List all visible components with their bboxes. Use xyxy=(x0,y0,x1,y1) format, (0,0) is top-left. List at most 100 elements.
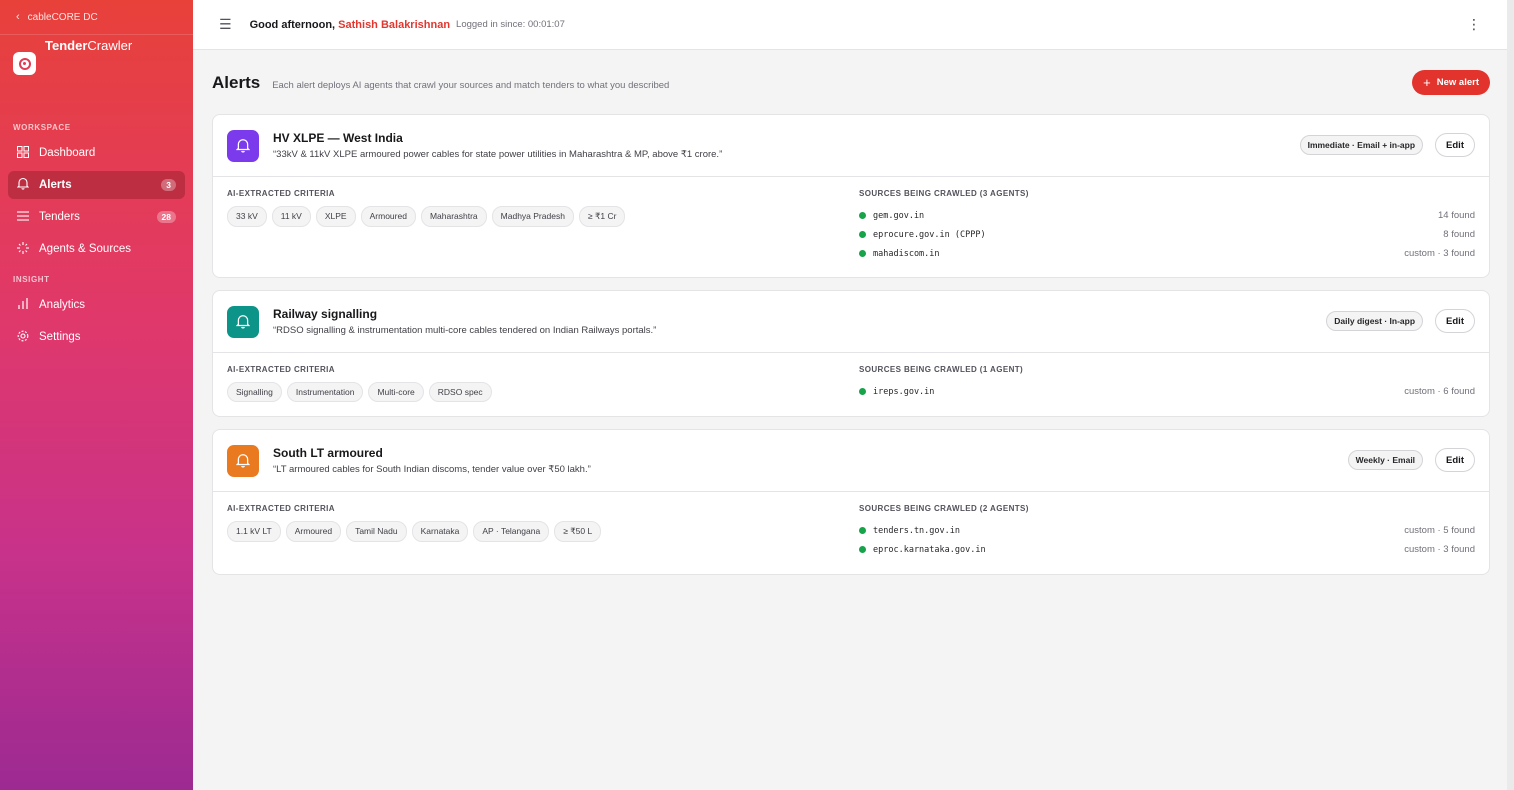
frequency-badge: Weekly · Email xyxy=(1347,450,1424,470)
more-vertical-icon[interactable]: ⋮ xyxy=(1467,16,1481,33)
page-header: Alerts Each alert deploys AI agents that… xyxy=(212,50,1490,114)
bar-chart-icon xyxy=(16,298,29,312)
criteria-chip: Karnataka xyxy=(411,521,469,542)
source-name: tenders.tn.gov.in xyxy=(873,525,960,536)
sources-section: SOURCES BEING CRAWLED (2 AGENTS) tenders… xyxy=(859,504,1475,564)
criteria-chip: Signalling xyxy=(227,382,282,402)
source-found-count: custom · 3 found xyxy=(1404,248,1475,259)
chevron-left-icon: ‹ xyxy=(16,11,20,23)
alert-card-body: AI-EXTRACTED CRITERIA 1.1 kV LT Armoured… xyxy=(213,492,1489,574)
source-name: eproc.karnataka.gov.in xyxy=(873,544,986,555)
alert-title: South LT armoured xyxy=(273,446,383,460)
source-name: gem.gov.in xyxy=(873,210,925,221)
criteria-chip: 1.1 kV LT xyxy=(227,521,281,542)
sidebar: ‹ cableCORE DC TenderCrawler WORKSPACE D… xyxy=(0,0,193,790)
sidebar-item-alerts[interactable]: Alerts 3 xyxy=(8,171,185,199)
new-alert-button[interactable]: + New alert xyxy=(1412,70,1490,95)
sidebar-item-analytics[interactable]: Analytics xyxy=(8,291,185,319)
criteria-section: AI-EXTRACTED CRITERIA 33 kV 11 kV XLPE A… xyxy=(227,189,859,267)
sidebar-item-label: Alerts xyxy=(39,179,72,191)
alert-card-header: South LT armoured “LT armoured cables fo… xyxy=(213,430,1489,492)
criteria-chip: ≥ ₹1 Cr xyxy=(578,206,626,227)
source-name: mahadiscom.in xyxy=(873,248,940,259)
sources-section: SOURCES BEING CRAWLED (3 AGENTS) gem.gov… xyxy=(859,189,1475,267)
sidebar-item-label: Analytics xyxy=(39,299,86,311)
source-found-count: custom · 5 found xyxy=(1404,525,1475,536)
status-dot xyxy=(859,231,866,238)
sidebar-item-label: Agents & Sources xyxy=(39,243,132,255)
sources-label: SOURCES BEING CRAWLED (3 AGENTS) xyxy=(859,189,1029,198)
sources-label: SOURCES BEING CRAWLED (1 AGENT) xyxy=(859,365,1024,374)
alert-description: “LT armoured cables for South Indian dis… xyxy=(273,464,591,475)
page-scrollbar[interactable] xyxy=(1507,0,1514,790)
sidebar-item-settings[interactable]: Settings xyxy=(8,323,185,351)
sources-section: SOURCES BEING CRAWLED (1 AGENT) ireps.go… xyxy=(859,365,1475,406)
plus-icon: + xyxy=(1423,75,1431,90)
brand-name-bold: Tender xyxy=(45,38,88,53)
greeting: Good afternoon, Sathish Balakrishnan xyxy=(250,19,450,31)
status-dot xyxy=(859,388,866,395)
back-link[interactable]: ‹ cableCORE DC xyxy=(0,0,193,35)
tenders-count-badge: 28 xyxy=(156,211,176,223)
bell-icon xyxy=(227,129,259,162)
criteria-chips: 33 kV 11 kV XLPE Armoured Maharashtra Ma… xyxy=(227,206,859,227)
alert-actions: Daily digest · In-app Edit xyxy=(1326,309,1475,333)
edit-alert-button[interactable]: Edit xyxy=(1435,133,1475,157)
criteria-chip: Maharashtra xyxy=(420,206,487,227)
alert-title: Railway signalling xyxy=(273,307,378,321)
criteria-chips: Signalling Instrumentation Multi-core RD… xyxy=(227,382,859,402)
section-label-insight: INSIGHT xyxy=(13,275,50,284)
alert-card: HV XLPE — West India “33kV & 11kV XLPE a… xyxy=(212,114,1490,278)
topbar: ☰ Good afternoon, Sathish Balakrishnan L… xyxy=(193,0,1507,50)
criteria-chip: Instrumentation xyxy=(286,382,364,402)
source-row: tenders.tn.gov.in custom · 5 found xyxy=(859,521,1475,540)
main-content: Alerts Each alert deploys AI agents that… xyxy=(193,50,1507,790)
criteria-chip: Tamil Nadu xyxy=(346,521,407,542)
source-name: eprocure.gov.in (CPPP) xyxy=(873,229,986,240)
criteria-section: AI-EXTRACTED CRITERIA 1.1 kV LT Armoured… xyxy=(227,504,859,564)
sidebar-item-tenders[interactable]: Tenders 28 xyxy=(8,203,185,231)
page-subtitle: Each alert deploys AI agents that crawl … xyxy=(272,79,670,91)
criteria-chip: Armoured xyxy=(285,521,342,542)
sidebar-item-dashboard[interactable]: Dashboard xyxy=(8,139,185,167)
alert-description: “33kV & 11kV XLPE armoured power cables … xyxy=(273,149,723,160)
source-found-count: 14 found xyxy=(1438,210,1475,221)
source-row: eproc.karnataka.gov.in custom · 3 found xyxy=(859,540,1475,559)
page-title: Alerts xyxy=(212,73,261,92)
alert-actions: Weekly · Email Edit xyxy=(1347,448,1475,472)
criteria-label: AI-EXTRACTED CRITERIA xyxy=(227,189,335,198)
criteria-section: AI-EXTRACTED CRITERIA Signalling Instrum… xyxy=(227,365,859,406)
bell-icon xyxy=(227,305,259,338)
edit-alert-button[interactable]: Edit xyxy=(1435,309,1475,333)
alert-titles: HV XLPE — West India “33kV & 11kV XLPE a… xyxy=(273,131,722,160)
user-name: Sathish Balakrishnan xyxy=(338,18,451,31)
source-name: ireps.gov.in xyxy=(873,386,935,397)
section-label-workspace: WORKSPACE xyxy=(13,123,71,132)
criteria-chip: AP · Telangana xyxy=(473,521,550,542)
criteria-chip: 33 kV xyxy=(227,206,267,227)
alert-titles: South LT armoured “LT armoured cables fo… xyxy=(273,446,591,475)
alert-card-header: Railway signalling “RDSO signalling & in… xyxy=(213,291,1489,353)
settings-icon xyxy=(16,330,29,345)
criteria-chip: ≥ ₹50 L xyxy=(554,521,602,542)
status-dot xyxy=(859,250,866,257)
sidebar-item-label: Tenders xyxy=(39,211,80,223)
frequency-badge: Daily digest · In-app xyxy=(1326,311,1424,331)
alert-card-body: AI-EXTRACTED CRITERIA 33 kV 11 kV XLPE A… xyxy=(213,177,1489,277)
hamburger-menu-icon[interactable]: ☰ xyxy=(219,16,232,33)
alert-card: Railway signalling “RDSO signalling & in… xyxy=(212,290,1490,417)
status-dot xyxy=(859,212,866,219)
bell-icon xyxy=(227,444,259,477)
edit-alert-button[interactable]: Edit xyxy=(1435,448,1475,472)
brand-name: TenderCrawler xyxy=(45,38,132,53)
sidebar-item-agents-sources[interactable]: Agents & Sources xyxy=(8,235,185,263)
new-alert-label: New alert xyxy=(1436,77,1479,88)
status-dot xyxy=(859,546,866,553)
sparkle-icon xyxy=(16,241,29,257)
source-found-count: custom · 3 found xyxy=(1404,544,1475,555)
session-timer: Logged in since: 00:01:07 xyxy=(456,19,565,30)
list-icon xyxy=(16,210,29,224)
criteria-chips: 1.1 kV LT Armoured Tamil Nadu Karnataka … xyxy=(227,521,859,542)
source-found-count: 8 found xyxy=(1443,229,1475,240)
tender-crawler-logo-icon xyxy=(13,52,36,75)
